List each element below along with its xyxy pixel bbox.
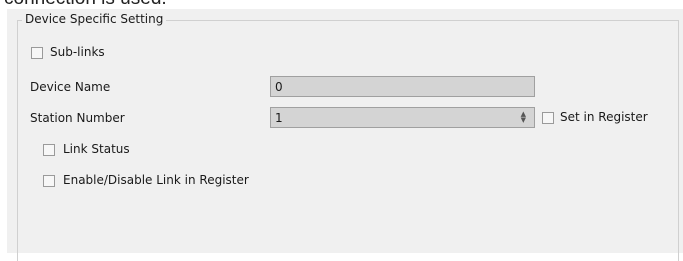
page-text-fragment: connection is used. (0, 0, 683, 8)
device-name-field[interactable]: 0 (270, 76, 535, 97)
set-in-register-checkbox[interactable] (542, 112, 554, 124)
spinner-arrows-icon[interactable]: ▲ ▼ (521, 111, 526, 124)
link-status-label: Link Status (63, 142, 130, 156)
device-name-label: Device Name (30, 80, 111, 94)
group-border (17, 20, 679, 261)
station-number-label: Station Number (30, 111, 125, 125)
link-status-checkbox[interactable] (43, 144, 55, 156)
enable-disable-link-label: Enable/Disable Link in Register (63, 173, 249, 187)
station-number-stepper[interactable]: 1 ▲ ▼ (270, 107, 535, 128)
enable-disable-link-checkbox[interactable] (43, 175, 55, 187)
sub-links-label: Sub-links (50, 45, 105, 59)
group-title: Device Specific Setting (22, 12, 167, 26)
set-in-register-label: Set in Register (560, 110, 648, 124)
device-name-value: 0 (275, 80, 283, 94)
sub-links-checkbox[interactable] (31, 47, 43, 59)
device-specific-setting-panel: Device Specific Setting Sub-links Device… (7, 9, 683, 261)
station-number-value: 1 (275, 111, 283, 125)
